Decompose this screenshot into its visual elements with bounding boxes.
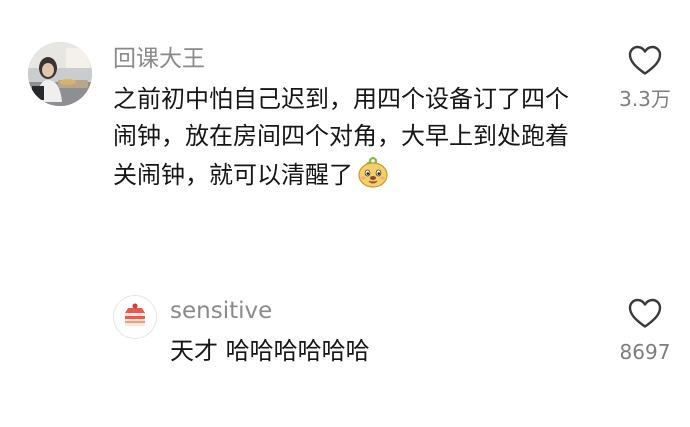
comment-text-line: 关闹钟，就可以清醒了 — [113, 155, 598, 194]
reply-like-group[interactable]: 8697 — [610, 297, 680, 365]
avatar[interactable] — [28, 42, 92, 106]
reply-item: sensitive 天才 哈哈哈哈哈哈 8697 — [0, 280, 690, 427]
comment-text: 之前初中怕自己迟到，用四个设备订了四个 闹钟，放在房间四个对角，大早上到处跑着 … — [113, 81, 598, 194]
comment-text-line-3: 关闹钟，就可以清醒了 — [113, 161, 353, 189]
like-count: 3.3万 — [619, 87, 671, 111]
comment-text-line: 闹钟，放在房间四个对角，大早上到处跑着 — [113, 122, 569, 150]
reply-text: 天才 哈哈哈哈哈哈 — [170, 337, 370, 365]
like-group[interactable]: 3.3万 — [610, 44, 680, 112]
reply-like-count: 8697 — [619, 340, 671, 364]
heart-icon[interactable] — [627, 44, 663, 76]
heart-icon[interactable] — [627, 297, 663, 329]
reply-avatar[interactable] — [113, 295, 157, 339]
dog-face-emoji-icon — [356, 155, 390, 189]
comment-text-line: 之前初中怕自己迟到，用四个设备订了四个 — [113, 85, 569, 113]
comment-item: 回课大王 之前初中怕自己迟到，用四个设备订了四个 闹钟，放在房间四个对角，大早上… — [0, 0, 690, 260]
comment-username[interactable]: 回课大王 — [113, 44, 205, 74]
reply-username[interactable]: sensitive — [170, 296, 272, 326]
